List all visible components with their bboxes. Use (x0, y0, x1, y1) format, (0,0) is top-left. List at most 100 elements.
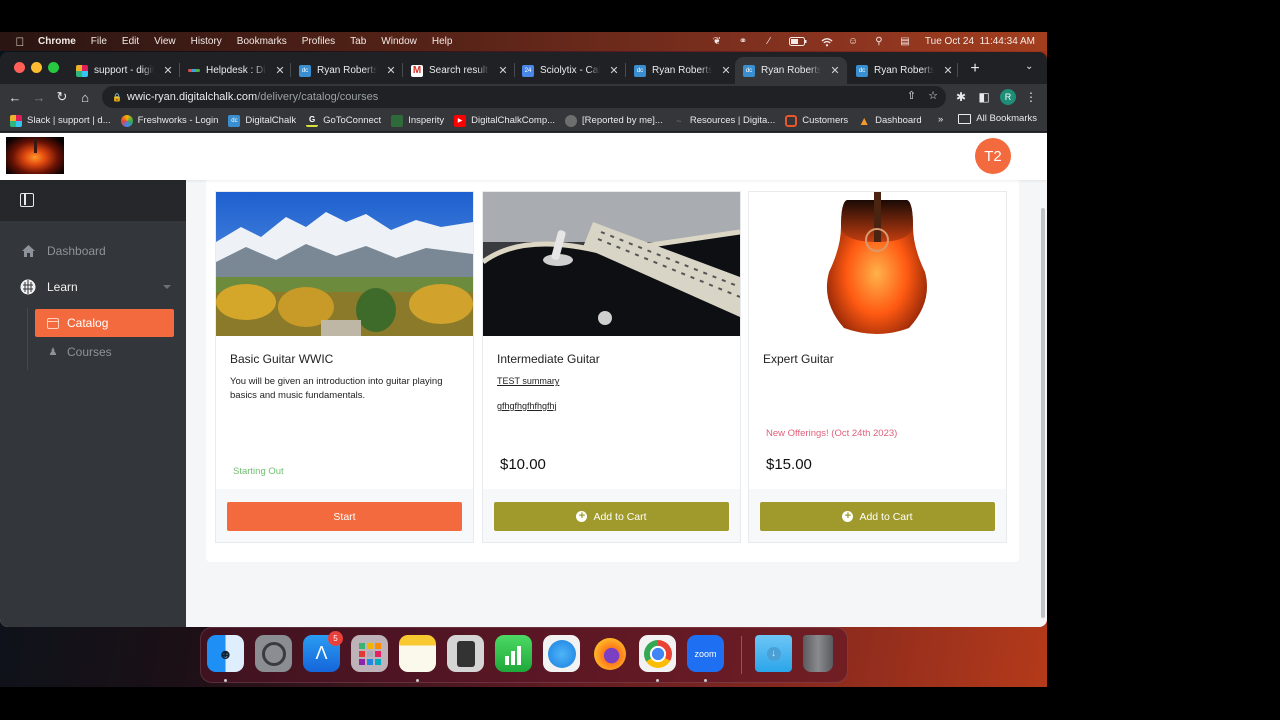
course-image-flaming-guitar[interactable] (749, 192, 1006, 336)
close-icon[interactable]: ✕ (497, 64, 509, 77)
menubar-clock[interactable]: Tue Oct 24 11:44:34 AM (925, 36, 1035, 47)
menu-view[interactable]: View (154, 36, 176, 47)
bookmark-freshworks[interactable]: Freshworks - Login (120, 114, 218, 127)
share-icon[interactable]: ⇧ (907, 89, 916, 102)
close-icon[interactable]: ✕ (385, 64, 397, 77)
close-icon[interactable]: ✕ (274, 64, 286, 77)
dock-finder[interactable]: ☻ (207, 635, 244, 672)
bookmark-resources[interactable]: ~ Resources | Digita... (673, 115, 775, 127)
bookmarks-overflow-button[interactable]: » (938, 114, 943, 125)
apple-menu-icon[interactable]:  (14, 35, 26, 49)
course-card-expert-guitar[interactable]: Expert Guitar New Offerings! (Oct 24th 2… (748, 191, 1007, 543)
dock-trash[interactable] (803, 635, 833, 672)
start-button[interactable]: Start (227, 502, 462, 531)
user-circle-icon[interactable]: ☺ (847, 36, 859, 47)
dock-downloads[interactable]: ↓ (755, 635, 792, 672)
tab-ryan-roberts-1[interactable]: dc Ryan Roberts E ✕ (291, 57, 403, 84)
bookmark-digitalchalk[interactable]: dc DigitalChalk (228, 114, 296, 127)
tab-helpdesk[interactable]: Helpdesk : Digi ✕ (180, 57, 292, 84)
dock-zoom[interactable]: zoom (687, 635, 724, 672)
page-scrollbar[interactable] (1039, 180, 1047, 627)
tab-support-slack[interactable]: support - digita ✕ (68, 57, 180, 84)
bookmark-gotoconnect[interactable]: G GoToConnect (306, 115, 381, 127)
extensions-puzzle-icon[interactable]: ✱ (953, 88, 969, 106)
back-button[interactable]: ← (6, 88, 24, 106)
course-title[interactable]: Basic Guitar WWIC (230, 352, 333, 366)
dock-calculator[interactable] (447, 635, 484, 672)
bookmark-dashboard[interactable]: ▲ Dashboard (858, 114, 921, 128)
site-logo[interactable] (6, 137, 64, 174)
bookmark-slack[interactable]: Slack | support | d... (10, 114, 111, 127)
bookmark-reported[interactable]: [Reported by me]... (565, 114, 663, 127)
tab-ryan-roberts-active[interactable]: dc Ryan Roberts C ✕ (735, 57, 847, 84)
dock-launchpad[interactable] (351, 635, 388, 672)
url-text[interactable]: wwic-ryan.digitalchalk.com/delivery/cata… (127, 91, 378, 103)
menu-window[interactable]: Window (381, 36, 417, 47)
add-to-cart-button[interactable]: + Add to Cart (494, 502, 729, 531)
menu-app-name[interactable]: Chrome (38, 36, 76, 47)
dock-numbers[interactable] (495, 635, 532, 672)
tab-search-chevron-icon[interactable]: ⌄ (1025, 61, 1033, 72)
sidebar-toggle-icon[interactable] (20, 193, 34, 207)
close-icon[interactable]: ✕ (162, 64, 174, 77)
bookmark-customers[interactable]: Customers (785, 114, 848, 127)
battery-icon[interactable] (788, 36, 807, 47)
dock-firefox[interactable] (591, 635, 628, 672)
dock-safari[interactable] (543, 635, 580, 672)
close-icon[interactable]: ✕ (829, 64, 841, 77)
course-title[interactable]: Expert Guitar (763, 352, 834, 366)
chrome-menu-icon[interactable]: ⋮ (1023, 88, 1039, 106)
tab-ryan-roberts-2[interactable]: dc Ryan Roberts C ✕ (626, 57, 738, 84)
side-panel-icon[interactable]: ◧ (976, 88, 992, 106)
add-to-cart-button[interactable]: + Add to Cart (760, 502, 995, 531)
dock-chrome[interactable] (639, 635, 676, 672)
sidebar-item-dashboard[interactable]: Dashboard (0, 237, 186, 265)
menu-bookmarks[interactable]: Bookmarks (237, 36, 287, 47)
scrollbar-thumb[interactable] (1041, 208, 1045, 618)
home-button[interactable]: ⌂ (76, 88, 94, 106)
course-image-electric-guitar[interactable] (483, 192, 740, 336)
new-tab-button[interactable]: + (967, 60, 983, 78)
wifi-icon[interactable] (821, 36, 833, 47)
all-bookmarks-button[interactable]: All Bookmarks (958, 113, 1037, 124)
control-center-icon[interactable]: ▤ (899, 36, 911, 47)
course-card-basic-guitar[interactable]: Basic Guitar WWIC You will be given an i… (215, 191, 474, 543)
window-zoom-button[interactable] (48, 62, 59, 73)
close-icon[interactable]: ✕ (608, 64, 620, 77)
profile-avatar[interactable]: R (1000, 89, 1016, 105)
pen-slash-icon[interactable]: ∕ (763, 36, 775, 47)
menu-edit[interactable]: Edit (122, 36, 139, 47)
window-minimize-button[interactable] (31, 62, 42, 73)
menu-help[interactable]: Help (432, 36, 453, 47)
menu-history[interactable]: History (191, 36, 222, 47)
sidebar-item-catalog[interactable]: Catalog (35, 309, 174, 337)
feather-icon[interactable]: ❦ (711, 36, 723, 47)
course-card-intermediate-guitar[interactable]: Intermediate Guitar TEST summary gfhgfhg… (482, 191, 741, 543)
close-icon[interactable]: ✕ (942, 64, 954, 77)
course-title[interactable]: Intermediate Guitar (497, 352, 600, 366)
dock-notes[interactable] (399, 635, 436, 672)
address-bar[interactable]: 🔒 wwic-ryan.digitalchalk.com/delivery/ca… (102, 86, 946, 108)
lock-icon[interactable]: 🔒 (112, 93, 122, 102)
tab-sciolytix[interactable]: 24 Sciolytix - Cale ✕ (514, 57, 626, 84)
tab-ryan-roberts-3[interactable]: dc Ryan Roberts D ✕ (848, 57, 960, 84)
menu-tab[interactable]: Tab (350, 36, 366, 47)
spotlight-search-icon[interactable]: ⚲ (873, 36, 885, 47)
menu-profiles[interactable]: Profiles (302, 36, 335, 47)
sidebar-item-learn[interactable]: Learn (0, 273, 186, 301)
user-avatar[interactable]: T2 (975, 138, 1011, 174)
bookmark-insperity[interactable]: Insperity (391, 114, 444, 127)
menu-file[interactable]: File (91, 36, 107, 47)
bookmark-youtube[interactable]: ▶ DigitalChalkComp... (454, 114, 555, 127)
window-close-button[interactable] (14, 62, 25, 73)
tab-search-results[interactable]: M Search results ✕ (403, 57, 515, 84)
course-image-mountains[interactable] (216, 192, 473, 336)
bookmark-star-icon[interactable]: ☆ (928, 89, 938, 102)
reload-button[interactable]: ↻ (53, 88, 71, 106)
dock-system-settings[interactable] (255, 635, 292, 672)
headphones-icon[interactable]: ⚭ (737, 36, 749, 47)
close-icon[interactable]: ✕ (720, 64, 732, 77)
forward-button[interactable]: → (30, 88, 48, 106)
sidebar-item-courses[interactable]: ♟ Courses (35, 338, 174, 366)
chevron-down-icon[interactable] (163, 285, 171, 289)
